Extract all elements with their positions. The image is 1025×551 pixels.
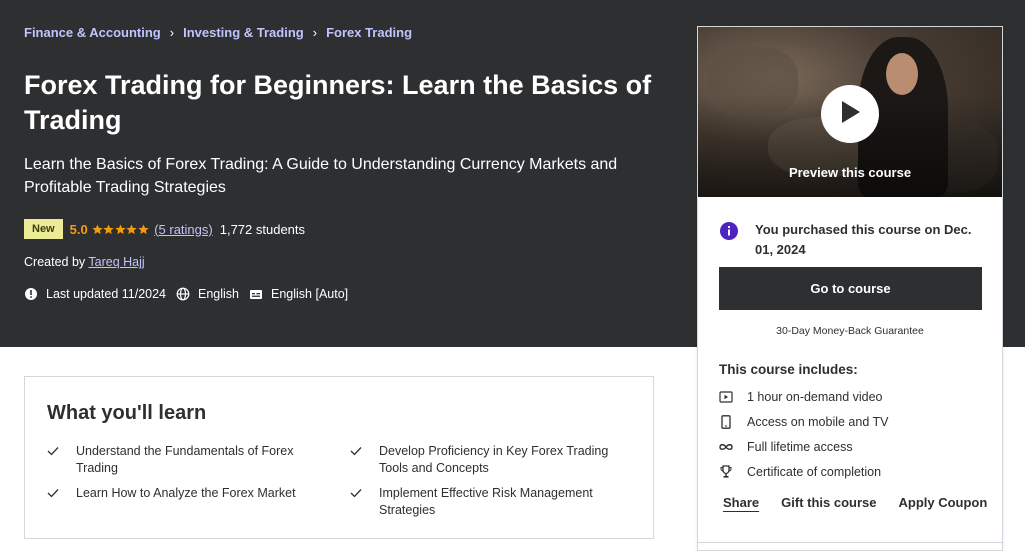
- ratings-count-link[interactable]: (5 ratings): [154, 222, 213, 237]
- instructor-link[interactable]: Tareq Hajj: [88, 255, 144, 269]
- video-icon: [719, 390, 733, 404]
- learn-item: Implement Effective Risk Management Stra…: [350, 485, 620, 519]
- breadcrumb: Finance & Accounting › Investing & Tradi…: [24, 25, 412, 40]
- play-button[interactable]: [821, 85, 879, 143]
- closed-captions-icon: [249, 287, 263, 301]
- course-preview[interactable]: Preview this course: [698, 27, 1002, 197]
- star-icon: [126, 223, 137, 234]
- breadcrumb-investing-trading[interactable]: Investing & Trading: [183, 25, 304, 40]
- apply-coupon-button[interactable]: Apply Coupon: [899, 495, 988, 510]
- check-icon: [350, 443, 364, 477]
- learn-item: Learn How to Analyze the Forex Market: [47, 485, 307, 503]
- what-you-will-learn: What you'll learn Understand the Fundame…: [24, 376, 654, 539]
- purchase-notice: You purchased this course on Dec. 01, 20…: [720, 220, 985, 260]
- mobile-icon: [719, 415, 733, 429]
- include-item: 1 hour on-demand video: [719, 390, 883, 404]
- include-item-text: Full lifetime access: [747, 440, 853, 454]
- rating-score: 5.0: [69, 221, 88, 237]
- star-icon: [103, 223, 114, 234]
- chevron-right-icon: ›: [169, 25, 175, 40]
- chevron-right-icon: ›: [312, 25, 318, 40]
- learn-item-text: Implement Effective Risk Management Stra…: [379, 486, 593, 517]
- divider: [698, 542, 1002, 543]
- include-item: Certificate of completion: [719, 465, 881, 479]
- created-by: Created by Tareq Hajj: [24, 255, 145, 269]
- language: English: [176, 287, 239, 301]
- globe-icon: [176, 287, 190, 301]
- star-rating: [92, 223, 150, 235]
- purchased-text: You purchased this course on Dec. 01, 20…: [755, 222, 972, 257]
- play-icon: [839, 100, 861, 129]
- money-back-guarantee: 30-Day Money-Back Guarantee: [776, 325, 924, 337]
- star-icon: [92, 223, 103, 234]
- rating-row: New 5.0 (5 ratings) 1,772 students: [24, 219, 305, 239]
- check-icon: [47, 485, 61, 503]
- includes-title: This course includes:: [719, 362, 858, 377]
- info-icon: [720, 222, 738, 240]
- new-badge: New: [24, 219, 63, 239]
- gift-course-button[interactable]: Gift this course: [781, 495, 876, 510]
- created-by-label: Created by: [24, 255, 89, 269]
- learn-item: Develop Proficiency in Key Forex Trading…: [350, 443, 620, 477]
- course-title: Forex Trading for Beginners: Learn the B…: [24, 70, 652, 135]
- course-subtitle: Learn the Basics of Forex Trading: A Gui…: [24, 156, 618, 196]
- learn-item-text: Understand the Fundamentals of Forex Tra…: [76, 444, 294, 475]
- check-icon: [350, 485, 364, 519]
- infinity-icon: [719, 440, 733, 454]
- preview-label: Preview this course: [788, 165, 912, 180]
- captions-text: English [Auto]: [271, 287, 349, 301]
- include-item-text: Certificate of completion: [747, 465, 882, 479]
- trophy-icon: [719, 465, 733, 479]
- check-icon: [47, 443, 61, 477]
- star-icon: [115, 223, 126, 234]
- alert-badge-icon: [24, 287, 38, 301]
- sidebar-actions: Share Gift this course Apply Coupon: [723, 495, 987, 510]
- last-updated: Last updated 11/2024: [24, 287, 166, 301]
- learn-item-text: Learn How to Analyze the Forex Market: [76, 486, 296, 500]
- captions: English [Auto]: [249, 287, 348, 301]
- include-item-text: 1 hour on-demand video: [747, 390, 883, 404]
- breadcrumb-finance-accounting[interactable]: Finance & Accounting: [24, 25, 161, 40]
- include-item-text: Access on mobile and TV: [747, 415, 889, 429]
- include-item: Access on mobile and TV: [719, 415, 889, 429]
- purchase-sidebar: Preview this course You purchased this c…: [697, 26, 1003, 551]
- share-button[interactable]: Share: [723, 495, 759, 510]
- last-updated-text: Last updated 11/2024: [46, 287, 167, 301]
- breadcrumb-forex-trading[interactable]: Forex Trading: [326, 25, 412, 40]
- learn-item-text: Develop Proficiency in Key Forex Trading…: [379, 444, 609, 475]
- star-icon: [138, 223, 149, 234]
- include-item: Full lifetime access: [719, 440, 853, 454]
- learn-title: What you'll learn: [47, 402, 207, 424]
- course-meta: Last updated 11/2024 English English [Au…: [24, 287, 358, 301]
- learn-item: Understand the Fundamentals of Forex Tra…: [47, 443, 307, 477]
- go-to-course-button[interactable]: Go to course: [719, 267, 982, 310]
- students-count: 1,772 students: [219, 221, 306, 237]
- language-text: English: [198, 287, 240, 301]
